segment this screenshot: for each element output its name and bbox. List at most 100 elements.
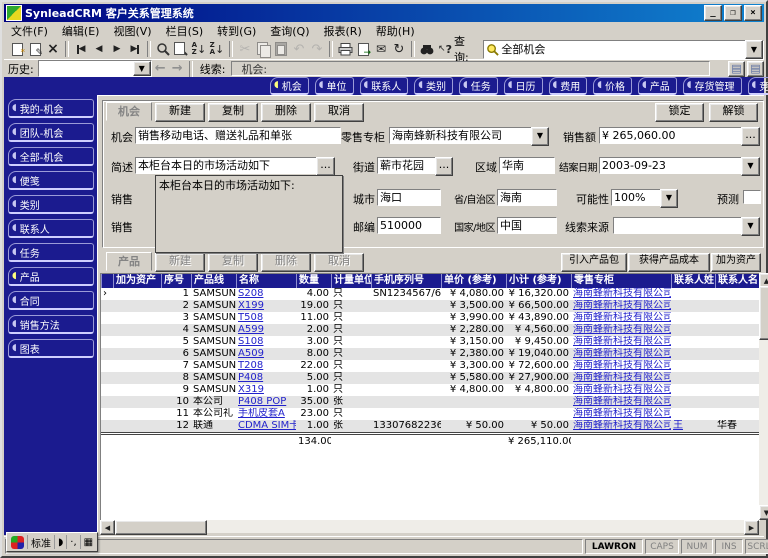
menu-item[interactable]: 帮助(H) (376, 23, 415, 39)
table-row[interactable]: 8SAMSUNGP4085.00只¥ 5,580.00¥ 27,900.00海南… (101, 372, 760, 384)
nav-tab-类别[interactable]: ◖类别 (414, 77, 453, 95)
ime-punctuation-icon[interactable]: ·, (67, 535, 80, 549)
probability-dropdown-button[interactable]: ▼ (660, 189, 678, 208)
import-product-package-button[interactable]: 引入产品包 (561, 253, 627, 272)
province-input[interactable]: 海南 (497, 189, 557, 206)
refresh-icon[interactable]: ↻ (390, 40, 408, 58)
lock-button[interactable]: 锁定 (655, 103, 704, 122)
opportunity-section-tab[interactable]: 机会 (106, 102, 152, 121)
table-row[interactable]: ›1SAMSUNGS2084.00只SN1234567/68/¥ 4,080.0… (101, 288, 760, 300)
product-name-cell-link[interactable]: X319 (238, 384, 264, 395)
history-forward-icon[interactable]: → (169, 61, 186, 76)
column-header-1[interactable]: 加为资产 (113, 274, 161, 288)
opportunity-delete-button[interactable]: 删除 (261, 103, 311, 122)
nav-tab-产品[interactable]: ◖产品 (638, 77, 677, 95)
table-row[interactable]: 5SAMSUNGS1083.00只¥ 3,150.00¥ 9,450.00海南蜂… (101, 336, 760, 348)
table-row[interactable]: 12联通CDMA SIM卡1.00张13307682236¥ 50.00¥ 50… (101, 420, 760, 432)
sidebar-item-类别[interactable]: ◖类别 (8, 195, 94, 214)
prev-record-icon[interactable]: ◀ (90, 40, 108, 58)
lead-source-dropdown-button[interactable]: ▼ (741, 217, 760, 236)
edit-record-icon[interactable]: ✎ (26, 40, 44, 58)
sidebar-item-任务[interactable]: ◖任务 (8, 243, 94, 262)
menu-item[interactable]: 栏目(S) (166, 23, 204, 39)
counter-cell-link[interactable]: 海南蜂新科技有限公司 (573, 312, 671, 323)
menu-item[interactable]: 查询(Q) (270, 23, 309, 39)
street-input[interactable]: 蕲市花园 (377, 157, 437, 174)
product-name-cell-link[interactable]: T508 (238, 312, 263, 323)
menu-item[interactable]: 视图(V) (113, 23, 151, 39)
city-input[interactable]: 海口 (377, 189, 441, 206)
column-header-9[interactable]: 小计 (参考) (506, 274, 571, 288)
opportunity-new-button[interactable]: 新建 (155, 103, 205, 122)
product-name-cell-link[interactable]: T208 (238, 360, 263, 371)
product-name-cell-link[interactable]: S208 (238, 288, 263, 299)
history-back-icon[interactable]: ← (152, 61, 169, 76)
table-row[interactable]: 7SAMSUNGT20822.00只¥ 3,300.00¥ 72,600.00海… (101, 360, 760, 372)
product-section-tab[interactable]: 产品 (106, 252, 152, 271)
preview-icon[interactable] (172, 40, 190, 58)
table-row[interactable]: 11本公司礼手机皮套A23.00只海南蜂新科技有限公司 (101, 408, 760, 420)
counter-cell-link[interactable]: 海南蜂新科技有限公司 (573, 408, 671, 419)
summary-ellipsis-button[interactable]: ... (316, 157, 335, 176)
minimize-button[interactable]: _ (704, 5, 722, 21)
sales-amount-input[interactable]: ¥ 265,060.00 (599, 127, 743, 144)
table-row[interactable]: 10本公司P408 POP35.00张海南蜂新科技有限公司 (101, 396, 760, 408)
table-row[interactable]: 4SAMSUNGA5992.00只¥ 2,280.00¥ 4,560.00海南蜂… (101, 324, 760, 336)
counter-cell-link[interactable]: 海南蜂新科技有限公司 (573, 360, 671, 371)
ime-softkeyboard-icon[interactable]: ▦ (81, 535, 96, 549)
product-name-cell-link[interactable]: P408 POP (238, 396, 286, 407)
search-icon[interactable] (154, 40, 172, 58)
zip-input[interactable]: 510000 (377, 217, 441, 234)
print-icon[interactable] (336, 40, 354, 58)
product-name-cell-link[interactable]: A509 (238, 348, 264, 359)
opportunity-input[interactable]: 销售移动电话、赠送礼品和单张 (135, 127, 341, 144)
counter-cell-link[interactable]: 海南蜂新科技有限公司 (573, 288, 671, 299)
nav-tab-存货管理[interactable]: ◖存货管理 (683, 77, 742, 95)
sidebar-item-销售方法[interactable]: ◖销售方法 (8, 315, 94, 334)
context-help-icon[interactable]: ↖? (436, 40, 454, 58)
column-header-8[interactable]: 单价 (参考) (441, 274, 506, 288)
sidebar-item-产品[interactable]: ◖产品 (8, 267, 94, 286)
counter-cell-link[interactable]: 海南蜂新科技有限公司 (573, 384, 671, 395)
column-header-5[interactable]: 数量 (296, 274, 331, 288)
find-icon[interactable] (418, 40, 436, 58)
nav-tab-日历[interactable]: ◖日历 (504, 77, 543, 95)
delete-record-icon[interactable]: × (44, 40, 62, 58)
menu-item[interactable]: 报表(R) (324, 23, 362, 39)
sort-descending-icon[interactable]: ZA↓ (208, 40, 226, 58)
card-file-icon[interactable]: ▤ (728, 61, 745, 77)
column-header-4[interactable]: 名称 (236, 274, 296, 288)
vertical-scrollbar[interactable]: ▲ ▼ (759, 273, 768, 520)
card-file-2-icon[interactable]: ▤ (747, 61, 764, 77)
history-combobox[interactable]: ▼ (38, 60, 152, 77)
forecast-checkbox[interactable] (743, 190, 761, 204)
history-dropdown-button[interactable]: ▼ (133, 61, 151, 76)
lead-source-input[interactable] (613, 217, 743, 234)
nav-tab-机会[interactable]: ◖机会 (270, 77, 309, 95)
mail-icon[interactable]: ✉ (372, 40, 390, 58)
sidebar-item-合同[interactable]: ◖合同 (8, 291, 94, 310)
table-row[interactable]: 9SAMSUNGX3191.00只¥ 4,800.00¥ 4,800.00海南蜂… (101, 384, 760, 396)
probability-input[interactable]: 100% (611, 189, 663, 206)
product-name-cell-link[interactable]: S108 (238, 336, 263, 347)
sidebar-item-团队-机会[interactable]: ◖团队-机会 (8, 123, 94, 142)
product-name-cell-link[interactable]: A599 (238, 324, 264, 335)
first-record-icon[interactable]: ◀ (72, 40, 90, 58)
sales-amount-ellipsis-button[interactable]: ... (741, 127, 760, 146)
column-header-2[interactable]: 序号 (161, 274, 191, 288)
opportunity-cancel-button[interactable]: 取消 (314, 103, 364, 122)
product-name-cell-link[interactable]: CDMA SIM卡 (238, 420, 296, 431)
close-date-dropdown-button[interactable]: ▼ (741, 157, 760, 176)
add-as-asset-button[interactable]: 加为资产 (711, 253, 761, 272)
counter-cell-link[interactable]: 海南蜂新科技有限公司 (573, 420, 671, 431)
counter-cell-link[interactable]: 海南蜂新科技有限公司 (573, 300, 671, 311)
nav-tab-费用[interactable]: ◖费用 (549, 77, 588, 95)
column-header-11[interactable]: 联系人姓 (671, 274, 715, 288)
scroll-right-icon[interactable]: ▶ (744, 520, 759, 535)
sidebar-item-我的-机会[interactable]: ◖我的-机会 (8, 99, 94, 118)
menu-item[interactable]: 转到(G) (217, 23, 256, 39)
unlock-button[interactable]: 解锁 (709, 103, 758, 122)
close-button[interactable]: × (744, 5, 762, 21)
column-header-7[interactable]: 手机序列号 (371, 274, 441, 288)
scroll-left-icon[interactable]: ◀ (100, 520, 115, 535)
